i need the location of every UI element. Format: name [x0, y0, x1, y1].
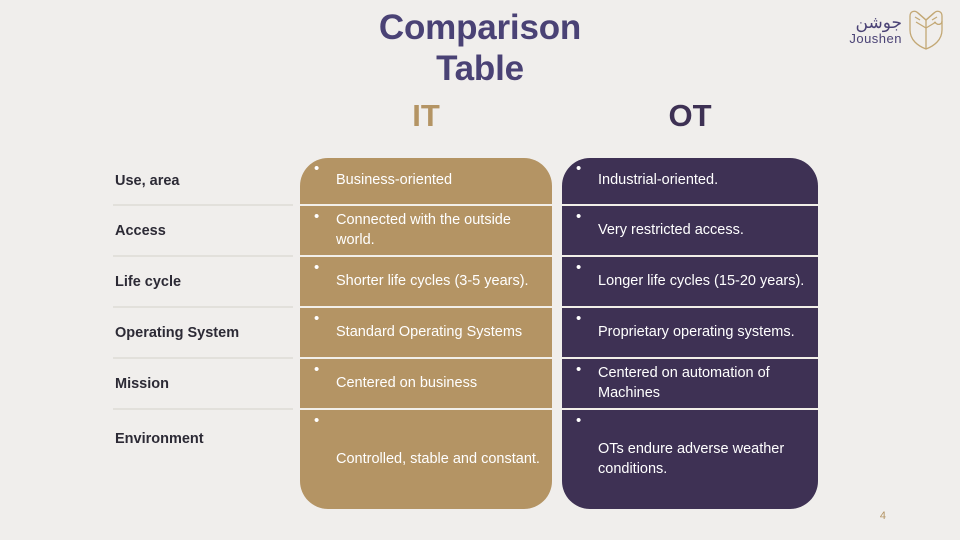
page-title: Comparison Table	[0, 8, 960, 90]
cell-text: Controlled, stable and constant.	[336, 450, 540, 467]
row-label: Life cycle	[115, 273, 182, 290]
cell-text: Proprietary operating systems.	[598, 323, 795, 340]
table-row: Access	[113, 204, 293, 255]
table-cell-it: • Shorter life cycles (3-5 years).	[300, 255, 552, 306]
table-cell-ot: • Longer life cycles (15-20 years).	[562, 255, 818, 306]
table-row: Use, area	[113, 158, 293, 204]
table-cell-it: • Business-oriented	[300, 158, 552, 204]
bullet-icon: •	[314, 361, 320, 378]
row-label: Operating System	[115, 324, 240, 341]
table-cell-ot: • Proprietary operating systems.	[562, 306, 818, 357]
cell-text: Business-oriented	[336, 172, 453, 189]
column-header-it: IT	[412, 98, 440, 133]
table-cell-it: • Connected with the outside world.	[300, 204, 552, 255]
table-column-ot: • Industrial-oriented. • Very restricted…	[562, 158, 818, 509]
bullet-icon: •	[576, 160, 582, 177]
cell-text: Centered on business	[336, 374, 478, 391]
row-label: Access	[115, 222, 166, 239]
cell-text: OTs endure adverse weather conditions.	[598, 440, 785, 477]
logo-wordmark: جوشن Joushen	[849, 14, 902, 45]
logo-arabic-text: جوشن	[855, 12, 902, 32]
logo-latin-text: Joushen	[849, 30, 902, 46]
table-row: Operating System	[113, 306, 293, 357]
table-column-it: • Business-oriented • Connected with the…	[300, 158, 552, 509]
table-cell-it: • Centered on business	[300, 357, 552, 408]
table-cell-ot: • Centered on automation of Machines	[562, 357, 818, 408]
bullet-icon: •	[314, 310, 320, 327]
cell-text: Very restricted access.	[598, 221, 744, 238]
bullet-icon: •	[314, 208, 320, 225]
table-cell-it: • Controlled, stable and constant.	[300, 408, 552, 509]
row-label: Mission	[115, 375, 169, 392]
bullet-icon: •	[576, 361, 582, 378]
bullet-icon: •	[576, 412, 582, 429]
table-cell-ot: • OTs endure adverse weather conditions.	[562, 408, 818, 509]
cell-text: Industrial-oriented.	[598, 172, 719, 189]
bullet-icon: •	[576, 310, 582, 327]
table-cell-ot: • Very restricted access.	[562, 204, 818, 255]
brand-logo: جوشن Joushen	[849, 8, 946, 50]
table-row: Life cycle	[113, 255, 293, 306]
cell-text: Shorter life cycles (3-5 years).	[336, 272, 529, 289]
cell-text: Longer life cycles (15-20 years).	[598, 272, 805, 289]
row-label: Use, area	[115, 173, 180, 189]
title-line-2: Table	[436, 48, 524, 88]
page-number: 4	[879, 510, 886, 522]
bullet-icon: •	[576, 259, 582, 276]
column-header-ot: OT	[668, 98, 712, 133]
cell-text: Connected with the outside world.	[336, 211, 511, 248]
cell-text: Standard Operating Systems	[336, 323, 523, 340]
bullet-icon: •	[314, 412, 320, 429]
bullet-icon: •	[576, 208, 582, 225]
table-row: Mission	[113, 357, 293, 408]
bullet-icon: •	[314, 160, 320, 177]
table-row: Environment	[113, 408, 293, 468]
shield-armor-icon	[909, 10, 943, 50]
table-cell-it: • Standard Operating Systems	[300, 306, 552, 357]
table-cell-ot: • Industrial-oriented.	[562, 158, 818, 204]
bullet-icon: •	[314, 259, 320, 276]
table-column-labels: Use, area Access Life cycle Operating Sy…	[113, 158, 293, 468]
cell-text: Centered on automation of Machines	[598, 364, 770, 401]
title-line-1: Comparison	[378, 8, 582, 47]
row-label: Environment	[115, 431, 204, 447]
